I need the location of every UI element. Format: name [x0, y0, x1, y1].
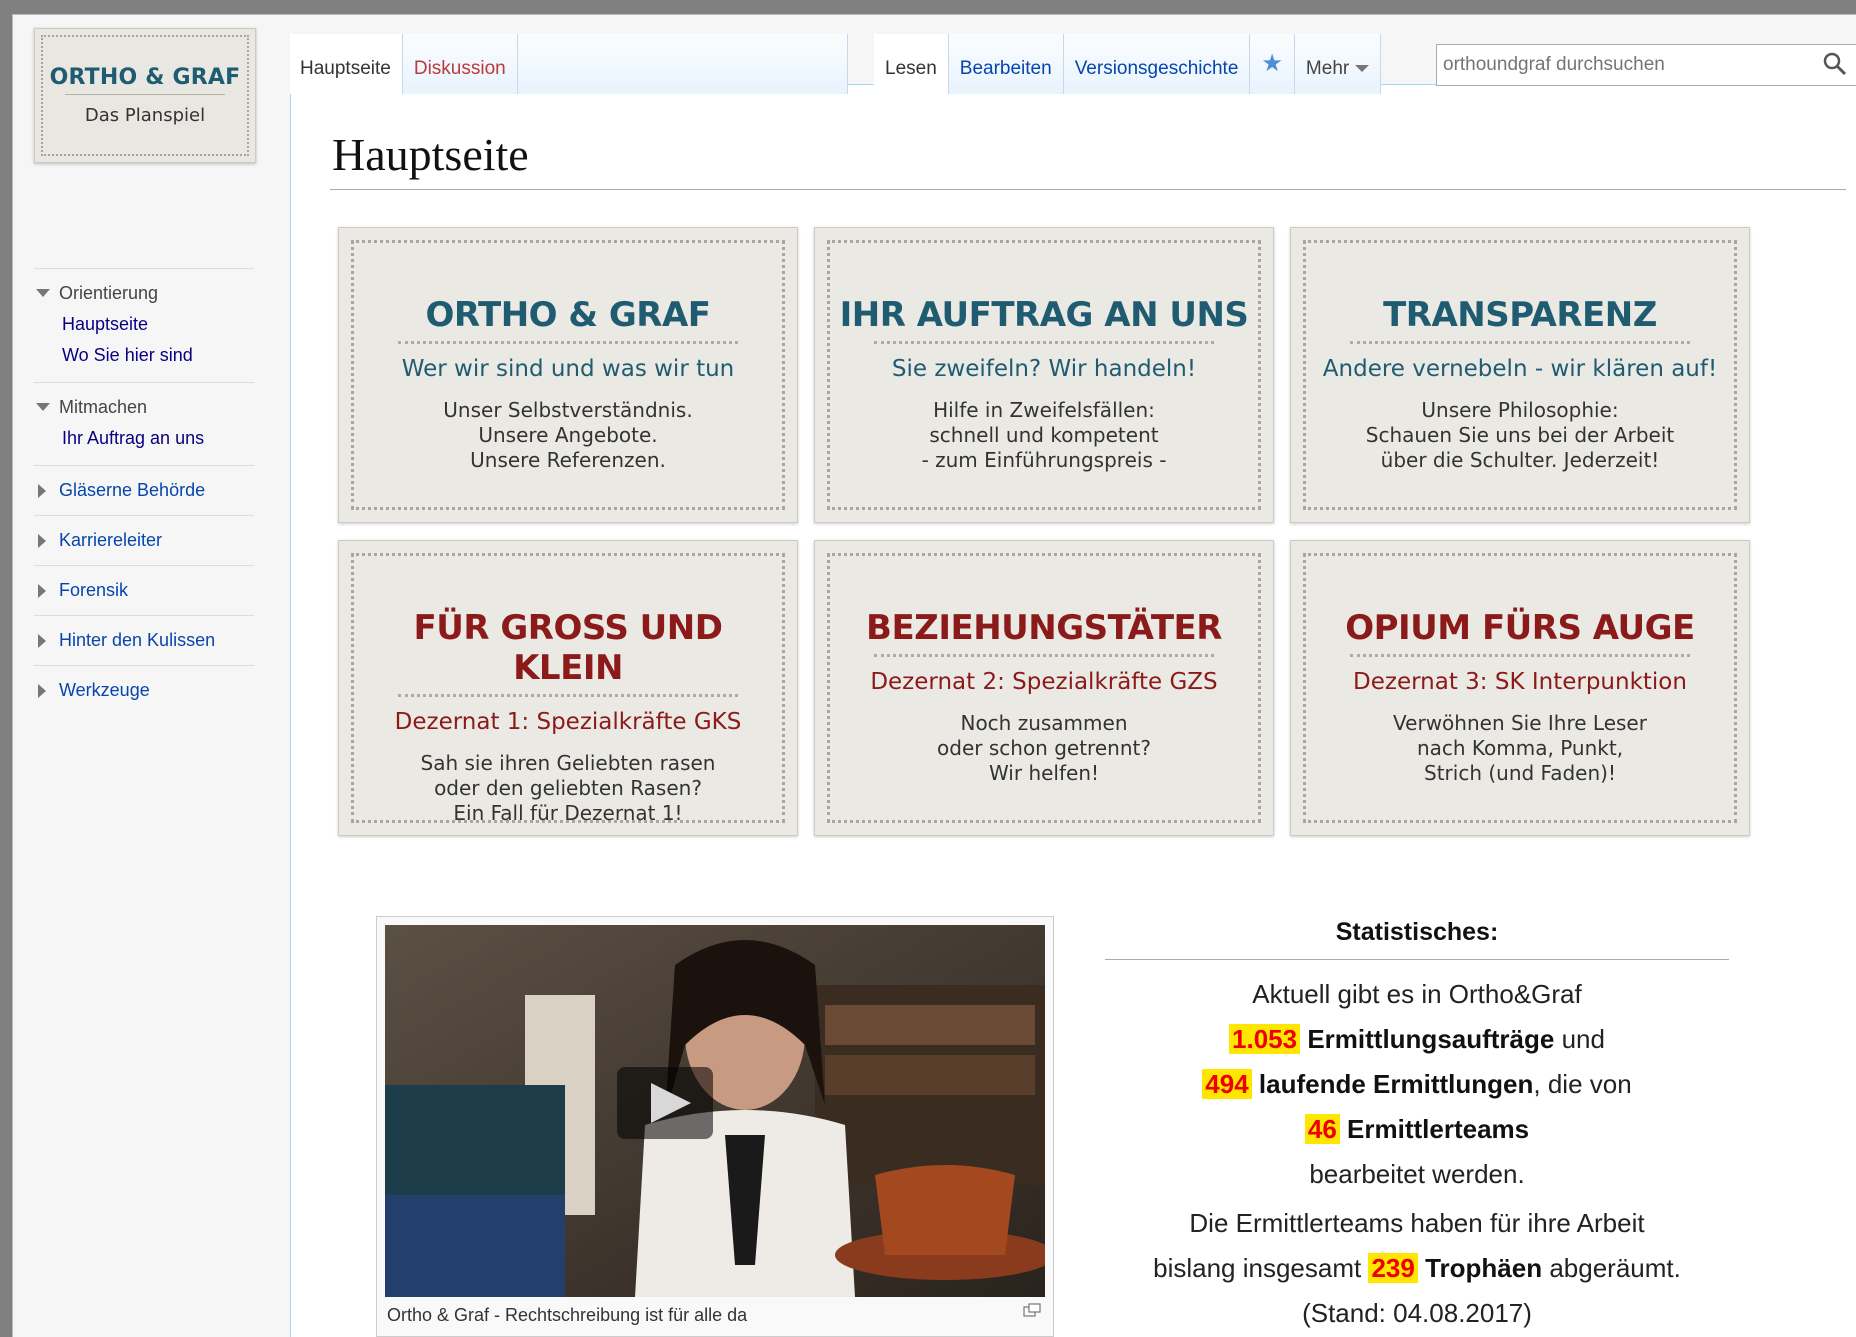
sidebar-karriereleiter: Karriereleiter [34, 515, 254, 551]
search-icon[interactable] [1822, 51, 1848, 77]
tab-bearbeiten[interactable]: Bearbeiten [948, 34, 1064, 94]
collapse-arrow-icon [36, 403, 50, 411]
search-input[interactable] [1437, 45, 1817, 85]
expand-arrow-icon [38, 584, 46, 598]
page-title: Hauptseite [330, 128, 1846, 190]
expand-arrow-icon [38, 684, 46, 698]
enlarge-icon[interactable] [1023, 1303, 1041, 1317]
video-thumbnail: Ortho & Graf - Rechtschreibung ist für a… [376, 916, 1054, 1337]
card-title: TRANSPARENZ [1383, 295, 1657, 335]
search-box [1436, 44, 1856, 86]
watch-star-icon[interactable]: ★ [1250, 34, 1295, 94]
card-subtitle: Dezernat 2: Spezialkräfte GZS [870, 669, 1218, 695]
card-ihr-auftrag[interactable]: IHR AUFTRAG AN UNS Sie zweifeln? Wir han… [814, 227, 1274, 523]
sidebar-item-hauptseite[interactable]: Hauptseite [34, 314, 254, 335]
sidebar-mitmachen: Mitmachen Ihr Auftrag an uns [34, 382, 254, 449]
tab-diskussion[interactable]: Diskussion [402, 34, 518, 94]
card-subtitle: Wer wir sind und was wir tun [401, 356, 735, 382]
tab-hauptseite[interactable]: Hauptseite [290, 34, 403, 94]
sidebar-item-wo-sie-hier-sind[interactable]: Wo Sie hier sind [34, 345, 254, 366]
count-ermittlerteams: 46 [1304, 1114, 1340, 1144]
tab-spacer [517, 34, 848, 94]
card-subtitle: Andere vernebeln - wir klären auf! [1322, 356, 1718, 382]
site-logo[interactable]: ORTHO & GRAF Das Planspiel [34, 28, 256, 163]
card-title: IHR AUFTRAG AN UNS [839, 295, 1249, 335]
sidebar-orientierung: Orientierung Hauptseite Wo Sie hier sind [34, 268, 254, 366]
card-title: ORTHO & GRAF [425, 295, 711, 335]
sidebar-forensik: Forensik [34, 565, 254, 601]
statistics-heading: Statistisches: [1105, 918, 1729, 960]
card-subtitle: Dezernat 3: SK Interpunktion [1353, 669, 1687, 695]
logo-subtitle: Das Planspiel [84, 105, 206, 126]
card-beziehungstaeter[interactable]: BEZIEHUNGSTÄTER Dezernat 2: Spezialkräft… [814, 540, 1274, 836]
card-ortho-graf[interactable]: ORTHO & GRAF Wer wir sind und was wir tu… [338, 227, 798, 523]
statistics-date: (Stand: 04.08.2017) [1302, 1298, 1532, 1328]
sidebar-heading-forensik[interactable]: Forensik [34, 580, 254, 601]
namespace-tabs: Hauptseite Diskussion [290, 34, 848, 94]
card-gross-und-klein[interactable]: FÜR GROSS UND KLEIN Dezernat 1: Spezialk… [338, 540, 798, 836]
expand-arrow-icon [38, 534, 46, 548]
card-body: Unser Selbstverständnis. Unsere Angebote.… [443, 398, 693, 472]
sidebar-heading-mitmachen[interactable]: Mitmachen [34, 397, 254, 418]
card-opium-fuers-auge[interactable]: OPIUM FÜRS AUGE Dezernat 3: SK Interpunk… [1290, 540, 1750, 836]
sidebar-hinter-den-kulissen: Hinter den Kulissen [34, 615, 254, 651]
sidebar-item-ihr-auftrag[interactable]: Ihr Auftrag an uns [34, 428, 254, 449]
card-body: Verwöhnen Sie Ihre Leser nach Komma, Punk… [1393, 711, 1647, 785]
view-tabs: Lesen Bearbeiten Versionsgeschichte ★ Me… [874, 34, 1382, 94]
card-title: BEZIEHUNGSTÄTER [866, 608, 1222, 648]
expand-arrow-icon [38, 634, 46, 648]
card-transparenz[interactable]: TRANSPARENZ Andere vernebeln - wir kläre… [1290, 227, 1750, 523]
statistics-panel: Statistisches: Aktuell gibt es in Ortho&… [1105, 918, 1729, 1336]
expand-arrow-icon [38, 484, 46, 498]
card-title: FÜR GROSS UND KLEIN [413, 608, 723, 688]
card-body: Sah sie ihren Geliebten rasen oder den ge… [420, 751, 716, 825]
count-laufende-ermittlungen: 494 [1202, 1069, 1252, 1099]
sidebar-glaeserne-behoerde: Gläserne Behörde [34, 465, 254, 501]
card-subtitle: Sie zweifeln? Wir handeln! [891, 356, 1197, 382]
tab-mehr[interactable]: Mehr [1294, 34, 1382, 94]
card-body: Hilfe in Zweifelsfällen: schnell und komp… [921, 398, 1167, 472]
sidebar-heading-karriereleiter[interactable]: Karriereleiter [34, 530, 254, 551]
card-body: Noch zusammen oder schon getrennt? Wir hel… [937, 711, 1151, 785]
card-subtitle: Dezernat 1: Spezialkräfte GKS [394, 709, 742, 735]
sidebar-heading-glaeserne-behoerde[interactable]: Gläserne Behörde [34, 480, 254, 501]
video-caption: Ortho & Graf - Rechtschreibung ist für a… [387, 1305, 748, 1325]
statistics-trophies: Die Ermittlerteams haben für ihre Arbeit… [1153, 1208, 1681, 1328]
card-title: OPIUM FÜRS AUGE [1345, 608, 1695, 648]
collapse-arrow-icon [36, 289, 50, 297]
video-player[interactable] [385, 925, 1045, 1297]
tab-lesen[interactable]: Lesen [874, 34, 949, 94]
card-body: Unsere Philosophie: Schauen Sie uns bei d… [1365, 398, 1675, 472]
tab-versionsgeschichte[interactable]: Versionsgeschichte [1063, 34, 1251, 94]
sidebar-heading-werkzeuge[interactable]: Werkzeuge [34, 680, 254, 701]
video-still-image [385, 925, 1045, 1297]
sidebar-werkzeuge: Werkzeuge [34, 665, 254, 701]
chevron-down-icon [1355, 65, 1370, 73]
sidebar-heading-hinter-den-kulissen[interactable]: Hinter den Kulissen [34, 630, 254, 651]
statistics-text: Aktuell gibt es in Ortho&Graf 1.053 Ermi… [1105, 972, 1729, 1197]
count-ermittlungsauftraege: 1.053 [1229, 1024, 1301, 1054]
count-trophaeen: 239 [1368, 1253, 1418, 1283]
logo-title: ORTHO & GRAF [49, 65, 241, 90]
sidebar-heading-orientierung[interactable]: Orientierung [34, 283, 254, 304]
